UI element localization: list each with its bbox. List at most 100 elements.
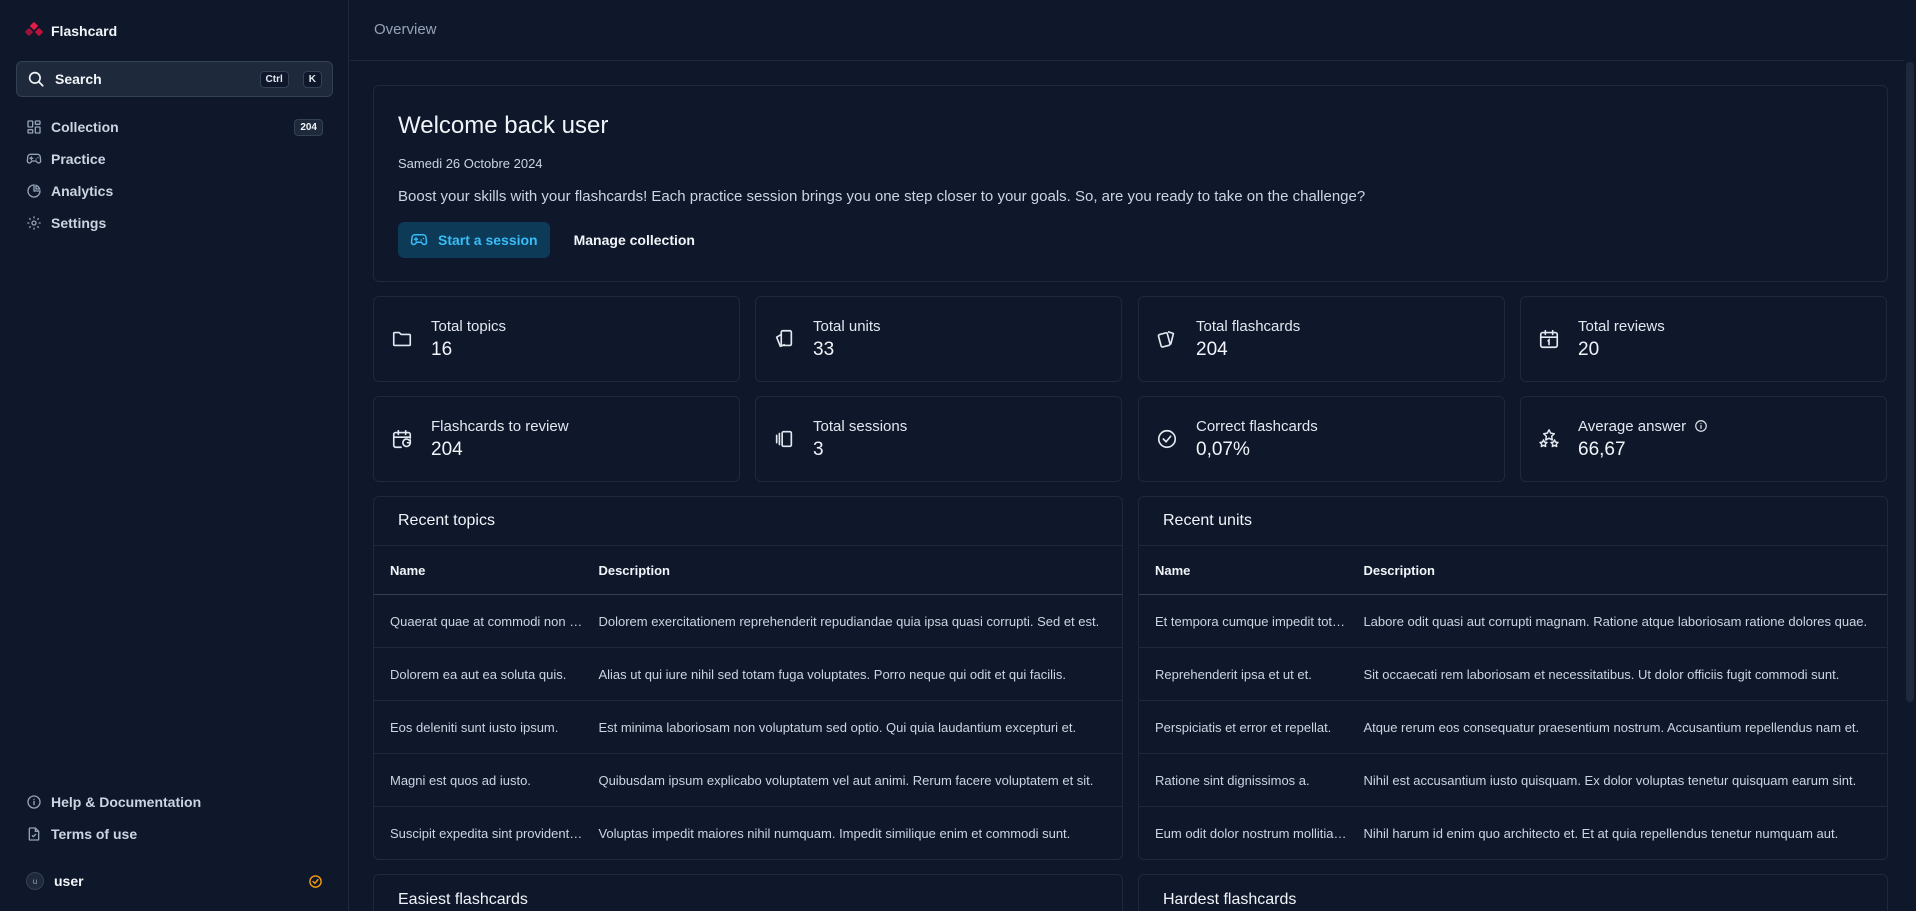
stat-value: 3 [813,438,824,460]
page-title: Overview [374,21,437,38]
welcome-actions: Start a session Manage collection [398,222,707,258]
row-name: Dolorem ea aut ea soluta quis. [390,666,567,682]
shortcut-k: K [302,70,322,88]
easiest-flashcards-card: Easiest flashcards [373,874,1123,911]
row-name: Perspiciatis et error et repellat. [1155,719,1332,735]
stat-average-answer: Average answer 66,67 [1520,396,1887,482]
stat-total-flashcards: Total flashcards 204 [1138,296,1505,382]
row-name: Reprehenderit ipsa et ut et. [1155,666,1312,682]
brand[interactable]: Flashcard [25,20,117,42]
row-name: Ratione sint dignissimos a. [1155,772,1310,788]
gamepad-icon [26,151,42,167]
column-header-name: Name [390,562,426,578]
sidebar-item-label: Practice [51,151,106,167]
scrollbar[interactable] [1904,0,1916,911]
current-date: Samedi 26 Octobre 2024 [398,156,543,171]
column-header-description: Description [598,562,670,578]
column-header-name: Name [1155,562,1191,578]
welcome-title: Welcome back user [398,112,609,139]
row-name: Eum odit dolor nostrum mollitia ut. [1155,826,1352,841]
recent-topics-title: Recent topics [374,497,1122,546]
stat-value: 204 [1196,338,1228,360]
table-header: Name Description [1139,546,1887,595]
hardest-flashcards-title: Hardest flashcards [1163,890,1297,908]
recent-topics-card: Recent topics Name Description Quaerat q… [373,496,1123,860]
stat-flashcards-to-review: Flashcards to review 204 [373,396,740,482]
row-description: Nihil est accusantium iusto quisquam. Ex… [1363,772,1857,788]
table-row[interactable]: Perspiciatis et error et repellat. Atque… [1139,701,1887,754]
logo-icon [25,22,43,40]
stat-label-text: Average answer [1578,417,1687,435]
top-bar: Overview [350,0,1916,61]
sidebar-nav: Collection 204 Practice Analytics Settin… [16,111,333,239]
stat-label: Average answer [1578,418,1708,435]
stat-label: Total units [813,317,881,335]
table-row[interactable]: Ratione sint dignissimos a. Nihil est ac… [1139,754,1887,807]
stat-total-reviews: Total reviews 20 [1520,296,1887,382]
start-session-button[interactable]: Start a session [398,222,550,258]
column-header-description: Description [1363,562,1435,578]
file-icon [26,826,42,842]
recent-units-title: Recent units [1139,497,1887,546]
stat-value: 16 [431,338,453,360]
row-description: Voluptas impedit maiores nihil numquam. … [598,826,1071,841]
stat-label: Flashcards to review [431,417,569,435]
table-row[interactable]: Dolorem ea aut ea soluta quis. Alias ut … [374,648,1122,701]
recent-units-card: Recent units Name Description Et tempora… [1138,496,1888,860]
cards-stack-icon [773,328,797,350]
table-row[interactable]: Eos deleniti sunt iusto ipsum. Est minim… [374,701,1122,754]
row-description: Dolorem exercitationem reprehenderit rep… [598,613,1100,629]
calendar-refresh-icon [391,428,415,450]
user-name: user [54,873,84,889]
table-row[interactable]: Reprehenderit ipsa et ut et. Sit occaeca… [1139,648,1887,701]
row-description: Nihil harum id enim quo architecto et. E… [1363,826,1839,841]
welcome-message: Boost your skills with your flashcards! … [398,188,1366,205]
verified-badge-icon [308,874,323,889]
scrollbar-thumb[interactable] [1906,62,1914,702]
welcome-card: Welcome back user Samedi 26 Octobre 2024… [373,85,1888,282]
row-name: Eos deleniti sunt iusto ipsum. [390,719,559,735]
table-header: Name Description [374,546,1122,595]
sidebar-item-label: Settings [51,215,107,231]
brand-name: Flashcard [51,23,118,39]
stat-value: 66,67 [1578,438,1626,460]
sidebar-item-settings[interactable]: Settings [16,207,333,239]
table-row[interactable]: Eum odit dolor nostrum mollitia ut. Nihi… [1139,807,1887,859]
manage-collection-button[interactable]: Manage collection [562,222,707,258]
sidebar: Flashcard Search Ctrl K Collection 204 P… [0,0,349,911]
check-circle-icon [1156,428,1180,450]
info-icon [26,794,42,810]
row-name: Suscipit expedita sint provident et. [390,826,588,841]
row-description: Labore odit quasi aut corrupti magnam. R… [1363,613,1868,629]
sidebar-item-label: Analytics [51,183,114,199]
playing-cards-icon [1156,328,1180,350]
row-name: Magni est quos ad iusto. [390,772,531,788]
row-description: Atque rerum eos consequatur praesentium … [1363,719,1860,735]
sidebar-item-label: Terms of use [51,826,138,842]
sidebar-item-practice[interactable]: Practice [16,143,333,175]
sidebar-item-terms[interactable]: Terms of use [16,818,333,850]
table-row[interactable]: Suscipit expedita sint provident et. Vol… [374,807,1122,859]
search-label: Search [55,71,102,87]
table-row[interactable]: Magni est quos ad iusto. Quibusdam ipsum… [374,754,1122,807]
stat-total-sessions: Total sessions 3 [755,396,1122,482]
gear-icon [26,215,42,231]
table-row[interactable]: Quaerat quae at commodi non ut. Dolorem … [374,595,1122,648]
sidebar-item-analytics[interactable]: Analytics [16,175,333,207]
sidebar-item-help[interactable]: Help & Documentation [16,786,333,818]
folder-icon [391,328,415,350]
sidebar-item-collection[interactable]: Collection 204 [16,111,333,143]
avatar: u [26,872,44,890]
row-description: Sit occaecati rem laboriosam et necessit… [1363,666,1840,682]
info-icon[interactable] [1694,419,1708,433]
table-row[interactable]: Et tempora cumque impedit totam. Labore … [1139,595,1887,648]
stat-label: Total reviews [1578,317,1665,335]
sidebar-item-label: Help & Documentation [51,794,202,810]
stat-label: Total topics [431,317,507,335]
start-session-label: Start a session [438,232,538,248]
stat-total-topics: Total topics 16 [373,296,740,382]
search-button[interactable]: Search Ctrl K [16,61,333,97]
user-menu[interactable]: u user [26,870,323,892]
stat-label: Total flashcards [1196,317,1301,335]
stat-value: 33 [813,338,835,360]
